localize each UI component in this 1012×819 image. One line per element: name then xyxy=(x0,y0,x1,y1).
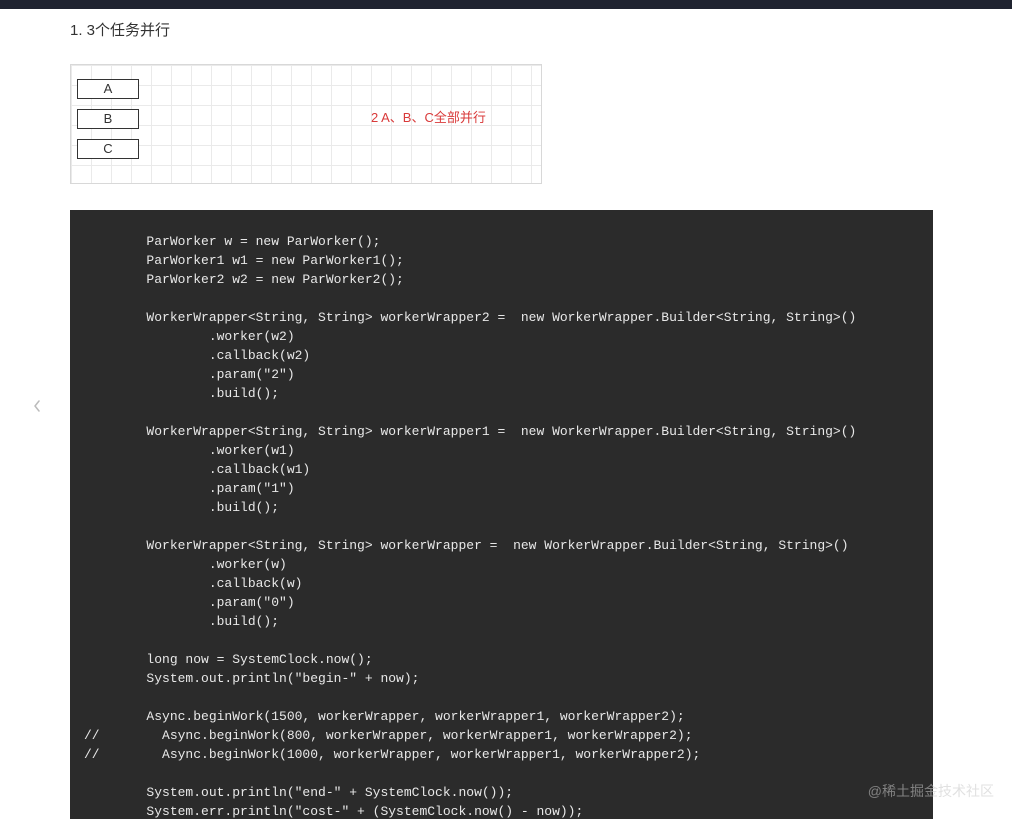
task-diagram: A B C 2 A、B、C全部并行 xyxy=(70,64,542,184)
section-heading: 1. 3个任务并行 xyxy=(70,19,942,40)
top-bar xyxy=(0,0,1012,9)
chevron-left-icon xyxy=(33,400,41,412)
diagram-box-c: C xyxy=(77,139,139,159)
article-content: 1. 3个任务并行 A B C 2 A、B、C全部并行 ParWorker w … xyxy=(0,9,1012,819)
diagram-box-a: A xyxy=(77,79,139,99)
code-block[interactable]: ParWorker w = new ParWorker(); ParWorker… xyxy=(70,210,933,819)
code-text: ParWorker w = new ParWorker(); ParWorker… xyxy=(70,232,933,819)
sidebar-collapse-handle[interactable] xyxy=(30,392,44,420)
diagram-label: 2 A、B、C全部并行 xyxy=(371,107,486,126)
diagram-box-b: B xyxy=(77,109,139,129)
